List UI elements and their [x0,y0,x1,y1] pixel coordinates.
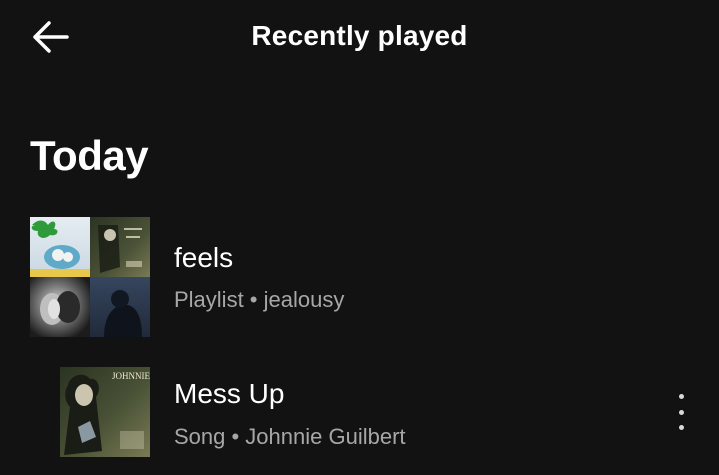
more-vertical-icon [678,409,684,415]
artwork-tile [30,217,90,277]
item-subtitle: Playlist • jealousy [174,287,345,312]
item-subtitle: Song • Johnnie Guilbert [174,424,406,449]
artwork-tile [30,277,90,337]
playlist-artwork [30,217,150,337]
page-title: Recently played [251,20,468,51]
section-heading-today: Today [30,132,149,179]
artwork-tile [90,217,150,277]
cover-text: JOHNNIE GUILBERT [112,371,150,381]
more-options-button[interactable] [669,394,693,430]
recently-played-screen: Recently played Today feels Playlist • j… [0,0,719,475]
list-item-playlist[interactable]: feels Playlist • jealousy [0,214,719,340]
artwork-tile [90,277,150,337]
more-vertical-icon [678,394,684,399]
item-title: feels [174,242,234,273]
list-item-song[interactable]: JOHNNIE GUILBERT Mess Up Song • Johnnie … [0,364,719,460]
top-bar: Recently played [0,0,719,76]
album-cover: JOHNNIE GUILBERT [60,367,150,457]
more-vertical-icon [678,425,684,430]
item-title: Mess Up [174,378,285,409]
